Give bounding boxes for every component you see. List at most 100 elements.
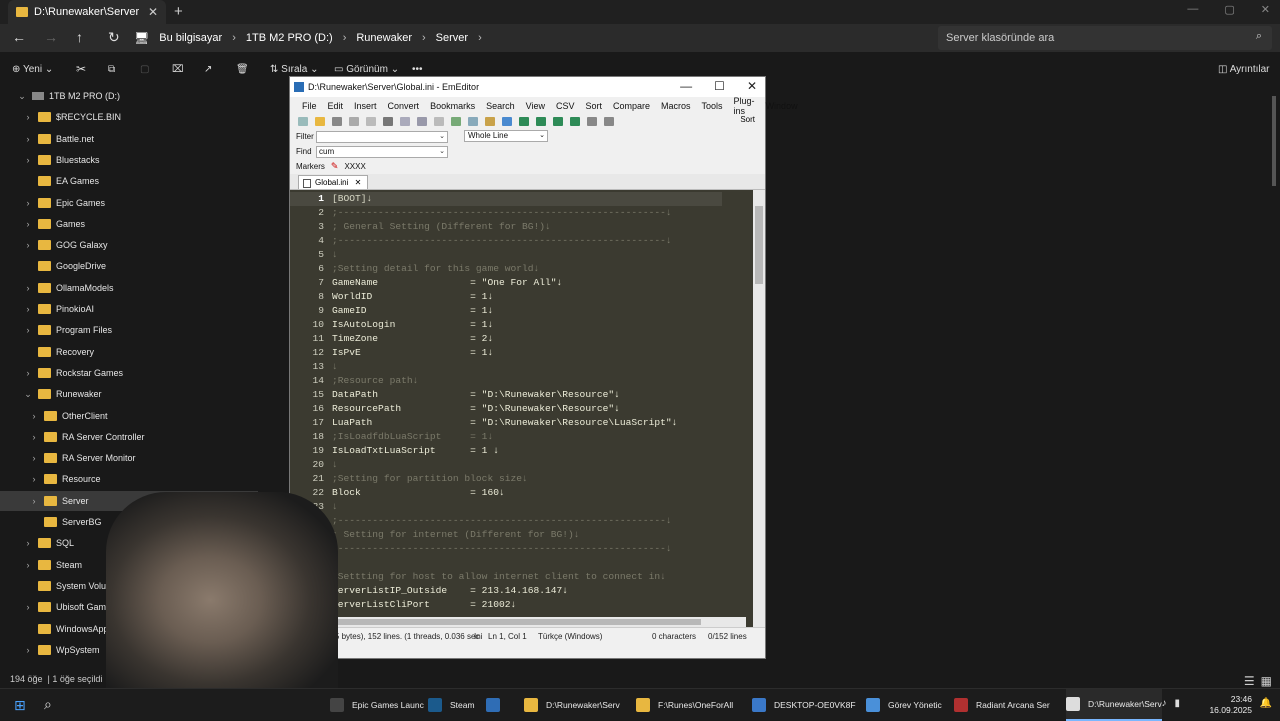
toolbar-button-icon[interactable] (400, 117, 410, 126)
toolbar-button-icon[interactable] (587, 117, 597, 126)
code-line[interactable]: 16 ResourcePath = "D:\Runewaker\Resource"… (290, 402, 722, 416)
find-input[interactable]: cum ⌄ (316, 145, 448, 158)
notification-icon[interactable]: 🔔 (1260, 698, 1272, 709)
breadcrumb-2[interactable]: Runewaker (356, 32, 412, 44)
filter-input[interactable]: ⌄ (316, 130, 448, 143)
taskbar-app[interactable]: Steam (428, 689, 475, 721)
menu-item[interactable]: Insert (354, 101, 377, 111)
new-tab-button[interactable]: + (174, 3, 183, 20)
code-line[interactable]: 2 ;--------------------------------------… (290, 206, 722, 220)
code-line[interactable]: 30ServerListCliPort = 21002↓ (290, 598, 722, 612)
search-input[interactable]: Server klasöründe ara ⌕ (938, 26, 1272, 50)
code-line[interactable]: 14 ;Resource path↓ (290, 374, 722, 388)
menu-item[interactable]: CSV (556, 101, 575, 111)
close-tab-icon[interactable]: ✕ (148, 5, 158, 19)
code-line[interactable]: 23↓ (290, 500, 722, 514)
toolbar-button-icon[interactable] (366, 117, 376, 126)
chevron-right-icon[interactable]: › (22, 134, 34, 144)
code-line[interactable]: 1 [BOOT]↓ (290, 192, 722, 206)
explorer-scrollbar[interactable] (1272, 96, 1276, 186)
toolbar-button-icon[interactable] (349, 117, 359, 126)
sort-button[interactable]: ⇅ Sırala ⌄ (270, 64, 318, 75)
tree-item[interactable]: › OtherClient (0, 406, 258, 426)
code-line[interactable]: ↓ (290, 612, 722, 626)
menu-item[interactable]: Bookmarks (430, 101, 475, 111)
menu-item[interactable]: Plug-ins (734, 96, 755, 116)
tree-item[interactable]: › Rockstar Games (0, 363, 258, 383)
taskbar-clock[interactable]: 23:46 16.09.2025 (1209, 694, 1252, 716)
toolbar-button-icon[interactable] (332, 117, 342, 126)
tab-global-ini[interactable]: Global.ini ✕ (298, 175, 369, 189)
tray-volume-icon[interactable]: ♪ (1161, 698, 1166, 709)
chevron-right-icon[interactable]: › (22, 219, 34, 229)
toolbar-button-icon[interactable] (604, 117, 614, 126)
maximize-icon[interactable]: ☐ (714, 79, 725, 93)
tree-item[interactable]: › $RECYCLE.BIN (0, 107, 258, 127)
chevron-right-icon[interactable]: › (22, 304, 34, 314)
taskbar-app[interactable]: Görev Yönetic (866, 689, 942, 721)
toolbar-button-icon[interactable] (502, 117, 512, 126)
chevron-right-icon[interactable]: › (22, 198, 34, 208)
menu-item[interactable]: Convert (388, 101, 420, 111)
view-button[interactable]: ▭ Görünüm ⌄ (334, 64, 399, 75)
tiles-view-icon[interactable]: ▦ (1261, 674, 1272, 688)
toolbar-button-icon[interactable] (570, 117, 580, 126)
code-line[interactable]: 18 ;IsLoadfdbLuaScript = 1↓ (290, 430, 722, 444)
code-line[interactable]: 11 TimeZone = 2↓ (290, 332, 722, 346)
chevron-right-icon[interactable]: › (28, 432, 40, 442)
code-line[interactable]: 25; Setting for internet (Different for … (290, 528, 722, 542)
chevron-right-icon[interactable]: › (28, 453, 40, 463)
sort-label[interactable]: Sort (740, 115, 755, 124)
close-tab-icon[interactable]: ✕ (355, 178, 362, 187)
tree-item[interactable]: Recovery (0, 342, 258, 362)
toolbar-button-icon[interactable] (315, 117, 325, 126)
chevron-down-icon[interactable]: ⌄ (16, 91, 28, 102)
breadcrumb-0[interactable]: Bu bilgisayar (159, 32, 222, 44)
breadcrumb-1[interactable]: 1TB M2 PRO (D:) (246, 32, 333, 44)
chevron-right-icon[interactable]: › (22, 538, 34, 548)
tree-item[interactable]: › RA Server Monitor (0, 448, 258, 468)
chevron-right-icon[interactable]: › (22, 155, 34, 165)
chevron-down-icon[interactable]: ⌄ (22, 389, 34, 400)
maximize-icon[interactable]: ▢ (1224, 3, 1234, 16)
delete-icon[interactable]: 🗑 (236, 64, 249, 75)
toolbar-button-icon[interactable] (519, 117, 529, 126)
menu-item[interactable]: Search (486, 101, 515, 111)
code-line[interactable]: 22 Block = 160↓ (290, 486, 722, 500)
toolbar-button-icon[interactable] (298, 117, 308, 126)
toolbar-button-icon[interactable] (553, 117, 563, 126)
taskbar-app[interactable]: D:\Runewaker\Serv (524, 689, 620, 721)
code-line[interactable]: 5 ↓ (290, 248, 722, 262)
menu-item[interactable]: File (302, 101, 317, 111)
explorer-tab[interactable]: D:\Runewaker\Server ✕ (8, 0, 166, 24)
toolbar-button-icon[interactable] (434, 117, 444, 126)
more-options-icon[interactable]: ••• (412, 64, 423, 75)
taskbar-app[interactable] (486, 689, 508, 721)
menu-item[interactable]: Window (766, 101, 798, 111)
code-line[interactable]: 24;-------------------------------------… (290, 514, 722, 528)
code-line[interactable]: 4 ;--------------------------------------… (290, 234, 722, 248)
details-button[interactable]: ◫ Ayrıntılar (1218, 64, 1270, 75)
menu-item[interactable]: Sort (585, 101, 602, 111)
code-line[interactable]: 8 WorldID = 1↓ (290, 290, 722, 304)
whole-line-select[interactable]: Whole Line ⌄ (464, 130, 548, 142)
taskbar-app[interactable]: Epic Games Launc (330, 689, 424, 721)
tree-item[interactable]: EA Games (0, 171, 258, 191)
tree-item[interactable]: › Program Files (0, 320, 258, 340)
chevron-right-icon[interactable]: › (22, 283, 34, 293)
tree-item[interactable]: › Battle.net (0, 129, 258, 149)
address-bar[interactable]: 🖥 Bu bilgisayar › 1TB M2 PRO (D:) › Runewa… (134, 26, 928, 50)
up-arrow-icon[interactable]: ↑ (76, 29, 83, 45)
toolbar-button-icon[interactable] (417, 117, 427, 126)
toolbar-button-icon[interactable] (383, 117, 393, 126)
editor-vertical-scrollbar[interactable] (753, 190, 765, 627)
code-line[interactable]: 9 GameID = 1↓ (290, 304, 722, 318)
menu-item[interactable]: View (526, 101, 545, 111)
breadcrumb-3[interactable]: Server (436, 32, 468, 44)
tree-item[interactable]: GoogleDrive (0, 256, 258, 276)
copy-icon[interactable]: ⧉ (108, 64, 115, 75)
marker-item[interactable]: XXXX (344, 162, 365, 171)
code-line[interactable]: 27↓ (290, 556, 722, 570)
chevron-right-icon[interactable]: › (28, 474, 40, 484)
close-icon[interactable]: ✕ (1261, 3, 1270, 16)
